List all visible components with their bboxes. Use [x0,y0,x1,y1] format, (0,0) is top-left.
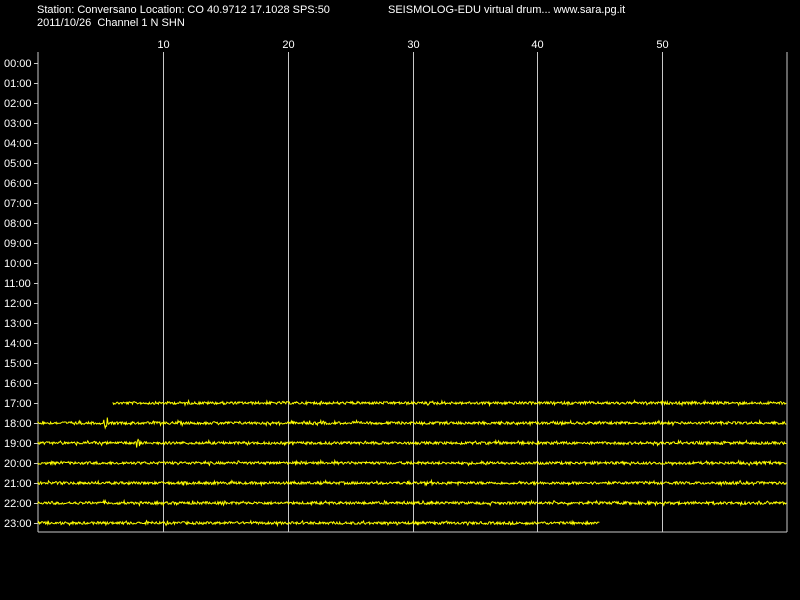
hour-label: 16:00 [4,378,32,390]
x-tick-label: 10 [157,39,169,51]
hour-label: 02:00 [4,98,32,110]
hour-label: 17:00 [4,398,32,410]
hour-label: 09:00 [4,238,32,250]
x-tick-label: 40 [531,39,543,51]
hour-label: 05:00 [4,158,32,170]
hour-label: 04:00 [4,138,32,150]
trace-1700 [112,398,787,408]
label-layer: 10 20 30 40 50 00:00 01:00 02:00 03:00 04:00 05:00… [4,39,669,530]
x-tick-label: 50 [656,39,668,51]
hour-label: 10:00 [4,258,32,270]
hour-label: 19:00 [4,438,32,450]
hour-label: 14:00 [4,338,32,350]
hour-label: 01:00 [4,78,32,90]
hour-label: 03:00 [4,118,32,130]
trace-1800 [37,417,787,430]
x-tick-label: 20 [282,39,294,51]
hour-label: 21:00 [4,478,32,490]
trace-2100 [37,478,787,487]
hour-label: 15:00 [4,358,32,370]
trace-2300 [37,519,600,528]
hour-label: 12:00 [4,298,32,310]
hour-label: 08:00 [4,218,32,230]
x-tick-label: 30 [407,39,419,51]
hour-label: 11:00 [4,278,31,290]
hour-label: 23:00 [4,518,32,530]
hour-label: 22:00 [4,498,32,510]
hour-label: 00:00 [4,58,32,70]
hour-label: 20:00 [4,458,32,470]
hour-label: 13:00 [4,318,32,330]
trace-2000 [37,458,787,467]
trace-2200 [37,498,787,507]
seismogram-drum-chart: 10 20 30 40 50 00:00 01:00 02:00 03:00 04:00 05:00… [4,39,788,533]
hour-label: 18:00 [4,418,32,430]
grid-layer [34,52,788,533]
trace-1900 [37,438,787,448]
hour-label: 06:00 [4,178,32,190]
trace-layer [37,398,787,528]
hour-label: 07:00 [4,198,32,210]
